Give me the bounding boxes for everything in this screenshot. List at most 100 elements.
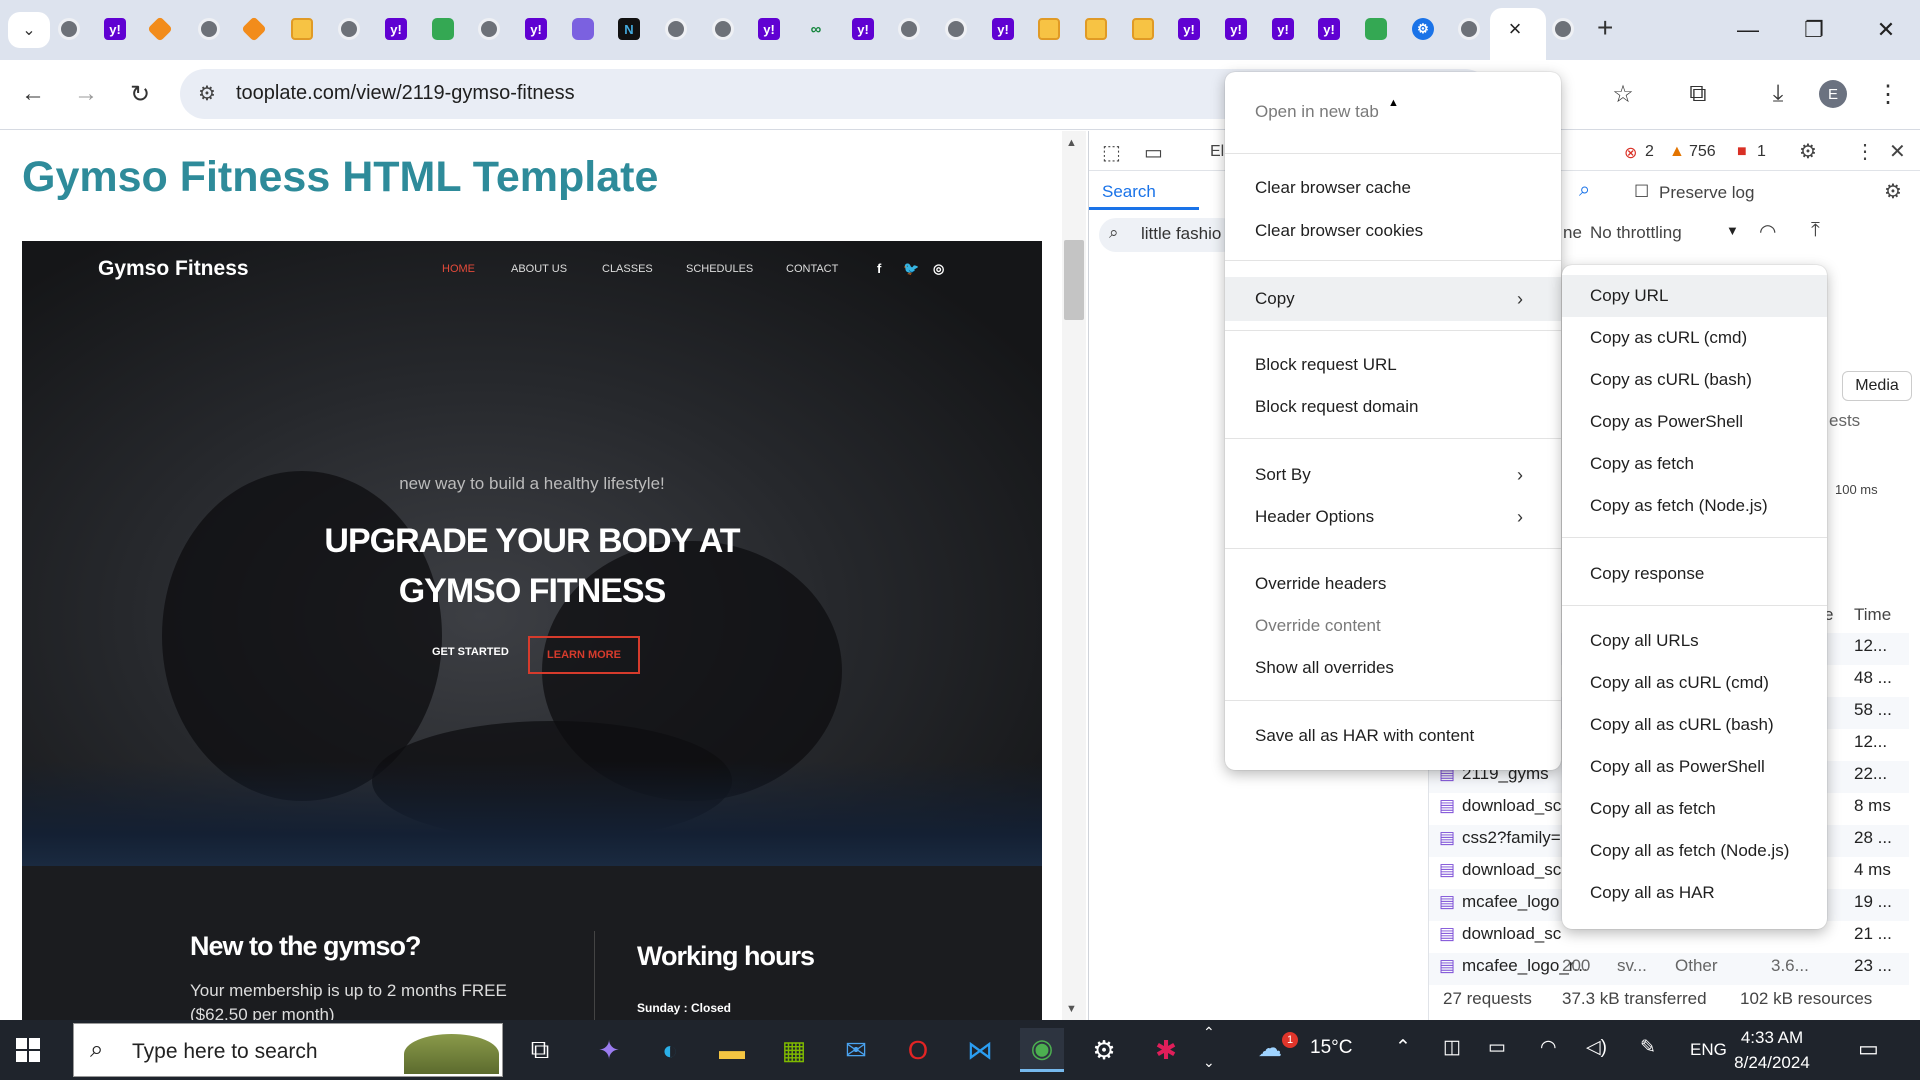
books-icon[interactable] <box>291 18 313 40</box>
chevron-down-icon[interactable]: ▼ <box>1726 223 1739 238</box>
weather-icon[interactable]: ☁ <box>1258 1034 1282 1063</box>
submenu-copy-all-fetch-node[interactable]: Copy all as fetch (Node.js) <box>1562 831 1827 871</box>
submenu-copy-all-fetch[interactable]: Copy all as fetch <box>1562 789 1827 829</box>
volume-icon[interactable]: ◁) <box>1586 1036 1607 1059</box>
submenu-copy-all-curl-cmd[interactable]: Copy all as cURL (cmd) <box>1562 663 1827 703</box>
copilot-icon[interactable]: ✦ <box>587 1028 631 1072</box>
learn-more-button[interactable]: LEARN MORE <box>528 636 640 674</box>
edge-icon[interactable]: ◐ <box>648 1028 692 1072</box>
gear-icon[interactable]: ⚙ <box>1412 18 1434 40</box>
menu-block-domain[interactable]: Block request domain <box>1225 387 1561 427</box>
hero-nav-contact[interactable]: CONTACT <box>786 263 838 275</box>
mail-icon[interactable]: ✉ <box>834 1028 878 1072</box>
globe-icon[interactable] <box>198 18 220 40</box>
facebook-icon[interactable]: f <box>877 261 881 276</box>
orange-stack-icon[interactable] <box>1038 18 1060 40</box>
tab-search-dropdown-button[interactable]: ⌄ <box>8 12 50 48</box>
error-count[interactable]: 2 <box>1645 143 1654 161</box>
yahoo-icon[interactable]: y! <box>385 18 407 40</box>
language-indicator[interactable]: ENG <box>1690 1040 1727 1060</box>
menu-show-all-overrides[interactable]: Show all overrides <box>1225 648 1561 688</box>
submenu-copy-all-urls[interactable]: Copy all URLs <box>1562 621 1827 661</box>
vscode-icon[interactable]: ⋈ <box>958 1028 1002 1072</box>
get-started-button[interactable]: GET STARTED <box>432 646 509 658</box>
opera-icon[interactable]: O <box>896 1028 940 1072</box>
hero-nav-home[interactable]: HOME <box>442 263 475 275</box>
menu-override-headers[interactable]: Override headers <box>1225 564 1561 604</box>
scroll-down-icon[interactable]: ▼ <box>1066 1003 1077 1015</box>
preserve-log-checkbox[interactable]: ☐ <box>1634 182 1649 202</box>
task-view-icon[interactable]: ⧉ <box>518 1028 562 1072</box>
issues-icon[interactable]: ■ <box>1737 143 1747 161</box>
warning-icon[interactable]: ▲ <box>1669 143 1685 161</box>
globe-icon[interactable] <box>945 18 967 40</box>
profile-avatar[interactable]: E <box>1819 80 1847 108</box>
hero-nav-classes[interactable]: CLASSES <box>602 263 653 275</box>
submenu-copy-fetch-node[interactable]: Copy as fetch (Node.js) <box>1562 486 1827 526</box>
taskbar-search-box[interactable]: ⌕ Type here to search <box>73 1023 503 1077</box>
store-icon[interactable]: ▦ <box>772 1028 816 1072</box>
meet-now-icon[interactable]: ◫ <box>1443 1036 1461 1059</box>
close-tab-button[interactable]: × <box>1500 14 1530 44</box>
back-button[interactable]: ← <box>15 76 51 112</box>
hero-brand[interactable]: Gymso Fitness <box>98 257 249 281</box>
yahoo-icon[interactable]: y! <box>1318 18 1340 40</box>
bookmark-star-button[interactable]: ☆ <box>1605 76 1641 112</box>
page-scrollbar-thumb[interactable] <box>1064 240 1084 320</box>
file-explorer-icon[interactable]: ▬ <box>710 1028 754 1072</box>
throttling-select[interactable]: No throttling <box>1590 223 1682 243</box>
issues-count[interactable]: 1 <box>1757 143 1766 161</box>
scroll-up-icon[interactable]: ▲ <box>1066 137 1077 149</box>
inspect-element-icon[interactable]: ⬚ <box>1102 140 1121 165</box>
submenu-copy-curl-cmd[interactable]: Copy as cURL (cmd) <box>1562 318 1827 358</box>
menu-block-url[interactable]: Block request URL <box>1225 345 1561 385</box>
submenu-copy-all-curl-bash[interactable]: Copy all as cURL (bash) <box>1562 705 1827 745</box>
meet-icon[interactable] <box>1365 18 1387 40</box>
globe-icon[interactable] <box>58 18 80 40</box>
restore-button[interactable]: ❐ <box>1790 10 1838 50</box>
orange-cube-icon[interactable] <box>241 16 267 42</box>
yahoo-icon[interactable]: y! <box>992 18 1014 40</box>
import-har-icon[interactable]: ⤒ <box>1811 219 1820 242</box>
show-hidden-icons[interactable]: ⌃ <box>1395 1036 1411 1059</box>
yahoo-icon[interactable]: y! <box>525 18 547 40</box>
menu-save-har[interactable]: Save all as HAR with content <box>1225 716 1561 756</box>
yahoo-icon[interactable]: y! <box>1178 18 1200 40</box>
close-devtools-icon[interactable]: ✕ <box>1889 139 1906 164</box>
menu-sort-by[interactable]: Sort By › <box>1225 455 1561 495</box>
books-icon[interactable] <box>1085 18 1107 40</box>
filter-media-button[interactable]: Media <box>1842 371 1912 401</box>
extensions-button[interactable]: ⧉ <box>1680 76 1716 112</box>
weather-temp[interactable]: 15°C <box>1310 1037 1352 1059</box>
twitter-icon[interactable]: 🐦 <box>903 261 919 277</box>
error-icon[interactable]: ⊗ <box>1624 143 1637 163</box>
battery-icon[interactable]: ▭ <box>1488 1036 1506 1059</box>
warning-count[interactable]: 756 <box>1689 143 1716 161</box>
slack-icon[interactable]: ✱ <box>1144 1028 1188 1072</box>
site-info-icon[interactable]: ⚙ <box>198 81 216 106</box>
submenu-copy-all-har[interactable]: Copy all as HAR <box>1562 873 1827 913</box>
new-tab-button[interactable]: + <box>1597 12 1613 44</box>
submenu-copy-all-powershell[interactable]: Copy all as PowerShell <box>1562 747 1827 787</box>
menu-copy[interactable]: Copy › <box>1225 277 1561 321</box>
yahoo-icon[interactable]: y! <box>1225 18 1247 40</box>
yahoo-icon[interactable]: y! <box>1272 18 1294 40</box>
submenu-copy-fetch[interactable]: Copy as fetch <box>1562 444 1827 484</box>
menu-scroll-up-icon[interactable]: ▲ <box>1388 97 1399 109</box>
windows-start-icon[interactable] <box>16 1038 40 1062</box>
devtools-more-icon[interactable]: ⋮ <box>1855 139 1875 164</box>
minimize-button[interactable]: — <box>1724 10 1772 50</box>
pen-icon[interactable]: ✎ <box>1640 1036 1656 1059</box>
tab-elements[interactable]: El <box>1210 143 1224 161</box>
time-column-header[interactable]: Time <box>1854 605 1891 625</box>
menu-header-options[interactable]: Header Options › <box>1225 497 1561 537</box>
orange-cube-icon[interactable] <box>147 16 173 42</box>
hero-nav-schedules[interactable]: SCHEDULES <box>686 263 753 275</box>
menu-clear-cache[interactable]: Clear browser cache <box>1225 168 1561 208</box>
reload-button[interactable]: ↻ <box>122 76 158 112</box>
settings-gear-icon[interactable]: ⚙ <box>1799 139 1817 164</box>
network-settings-icon[interactable]: ⚙ <box>1884 179 1902 204</box>
chrome-icon[interactable]: ◉ <box>1020 1028 1064 1072</box>
ai-icon[interactable]: N <box>618 18 640 40</box>
chrome-menu-button[interactable]: ⋮ <box>1870 76 1906 112</box>
